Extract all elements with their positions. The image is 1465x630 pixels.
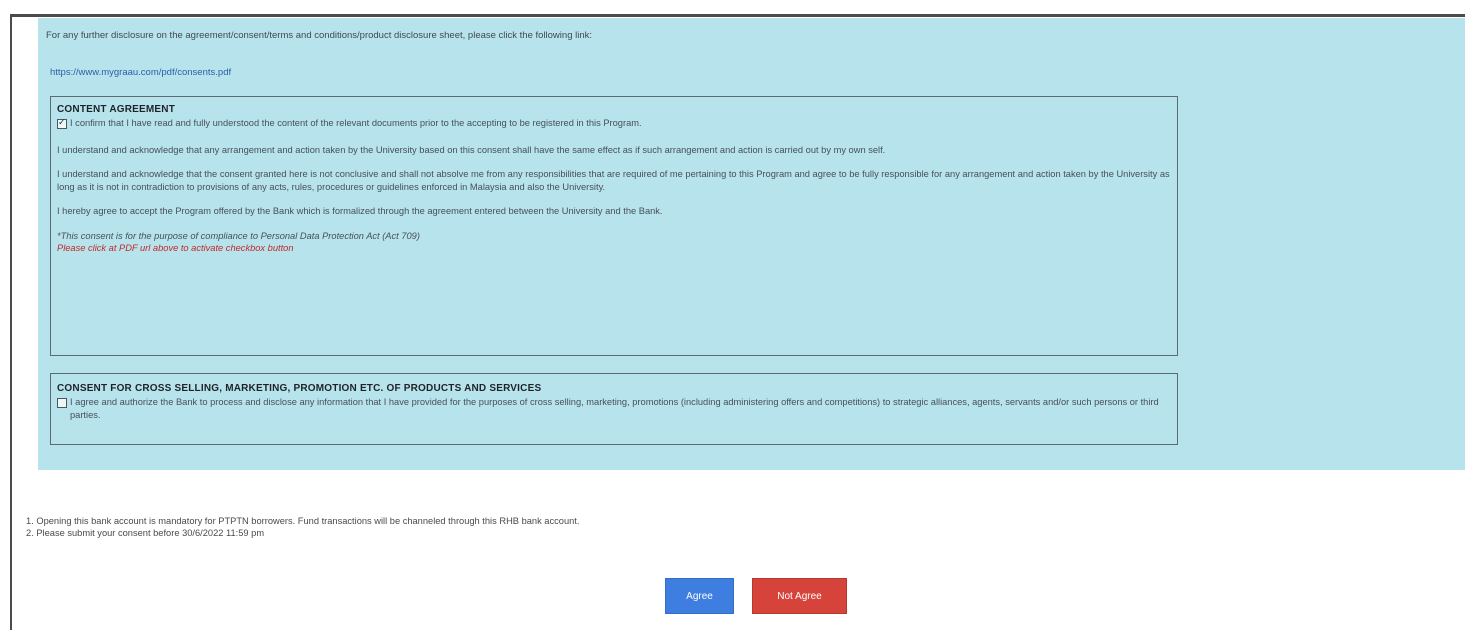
consent-panel: For any further disclosure on the agreem… bbox=[38, 18, 1465, 470]
content-agreement-para-1: I confirm that I have read and fully und… bbox=[70, 118, 642, 128]
cross-selling-checkbox[interactable] bbox=[57, 398, 67, 408]
content-agreement-checkbox[interactable] bbox=[57, 116, 67, 129]
pdpa-note: *This consent is for the purpose of comp… bbox=[57, 230, 420, 241]
activate-checkbox-note: Please click at PDF url above to activat… bbox=[57, 242, 294, 253]
content-agreement-para-3: I understand and acknowledge that the co… bbox=[57, 169, 1170, 192]
cross-selling-checkbox-row[interactable]: I agree and authorize the Bank to proces… bbox=[57, 396, 1171, 421]
content-agreement-para-4: I hereby agree to accept the Program off… bbox=[57, 206, 663, 216]
note-item: 2. Please submit your consent before 30/… bbox=[26, 528, 265, 538]
content-agreement-title: CONTENT AGREEMENT bbox=[57, 104, 176, 115]
cross-selling-text: I agree and authorize the Bank to proces… bbox=[70, 397, 1159, 420]
note-item: 1. Opening this bank account is mandator… bbox=[26, 516, 580, 526]
content-agreement-para-2: I understand and acknowledge that any ar… bbox=[57, 144, 886, 155]
content-agreement-box: CONTENT AGREEMENT I confirm that I have … bbox=[50, 96, 1178, 356]
cross-selling-title: CONSENT FOR CROSS SELLING, MARKETING, PR… bbox=[57, 383, 542, 394]
agree-button[interactable]: Agree bbox=[665, 578, 734, 614]
notes-list: 1. Opening this bank account is mandator… bbox=[26, 515, 579, 539]
not-agree-button[interactable]: Not Agree bbox=[752, 578, 847, 614]
consent-pdf-link[interactable]: https://www.mygraau.com/pdf/consents.pdf bbox=[50, 67, 231, 78]
intro-text: For any further disclosure on the agreem… bbox=[46, 30, 593, 41]
cross-selling-box: CONSENT FOR CROSS SELLING, MARKETING, PR… bbox=[50, 373, 1178, 445]
content-agreement-checkbox-row[interactable]: I confirm that I have read and fully und… bbox=[57, 116, 1171, 130]
